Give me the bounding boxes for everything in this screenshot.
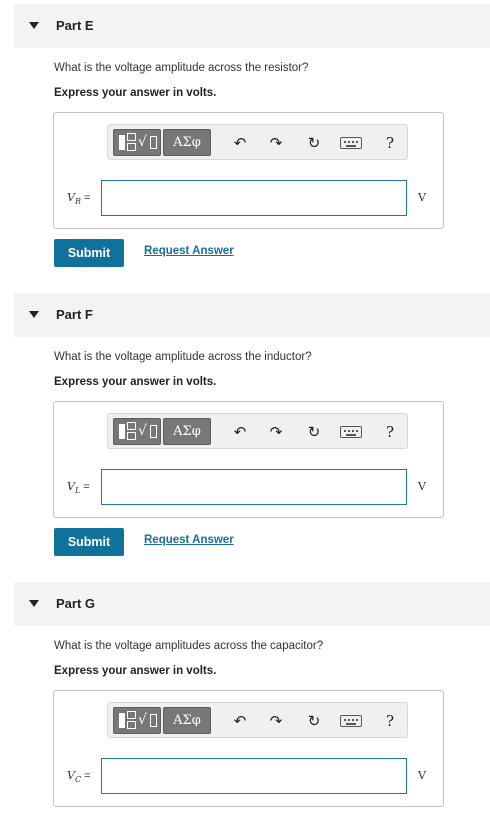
keyboard-icon[interactable]: [340, 137, 362, 149]
redo-icon[interactable]: ↷: [266, 422, 286, 442]
part-title: Part G: [56, 596, 96, 611]
fraction-icon: [127, 422, 136, 430]
sqrt-icon: √: [138, 423, 147, 439]
template-box-icon: [119, 135, 125, 150]
unit-label: V: [418, 191, 426, 204]
variable-label: VC =: [67, 769, 91, 785]
help-icon[interactable]: ?: [380, 711, 400, 731]
instruction-text: Express your answer in volts.: [54, 87, 217, 99]
caret-down-icon[interactable]: [29, 600, 39, 607]
reset-icon[interactable]: ↻: [304, 422, 324, 442]
unit-label: V: [418, 769, 426, 782]
question-text: What is the voltage amplitude across the…: [54, 62, 309, 74]
templates-button[interactable]: √: [113, 418, 161, 445]
sqrt-icon: √: [138, 134, 147, 150]
answer-input[interactable]: [101, 758, 407, 794]
fraction-icon: [127, 143, 136, 151]
template-box-icon: [150, 425, 157, 438]
part-title: Part E: [56, 18, 94, 33]
variable-label: VL =: [67, 480, 90, 496]
fraction-icon: [127, 432, 136, 440]
math-toolbar: √ ΑΣφ ↶ ↷ ↻ ?: [107, 413, 408, 449]
greek-symbols-button[interactable]: ΑΣφ: [163, 418, 211, 445]
templates-button[interactable]: √: [113, 707, 161, 734]
question-text: What is the voltage amplitudes across th…: [54, 640, 324, 652]
template-box-icon: [119, 424, 125, 439]
part-f-header[interactable]: Part F: [14, 293, 490, 337]
undo-icon[interactable]: ↶: [230, 422, 250, 442]
request-answer-link[interactable]: Request Answer: [144, 534, 234, 546]
instruction-text: Express your answer in volts.: [54, 376, 217, 388]
greek-symbols-button[interactable]: ΑΣφ: [163, 707, 211, 734]
math-toolbar: √ ΑΣφ ↶ ↷ ↻ ?: [107, 702, 408, 738]
answer-box: √ ΑΣφ ↶ ↷ ↻ ? VC = V: [53, 690, 444, 807]
templates-button[interactable]: √: [113, 129, 161, 156]
sqrt-icon: √: [138, 712, 147, 728]
undo-icon[interactable]: ↶: [230, 133, 250, 153]
question-text: What is the voltage amplitude across the…: [54, 351, 312, 363]
request-answer-link[interactable]: Request Answer: [144, 245, 234, 257]
unit-label: V: [418, 480, 426, 493]
keyboard-icon[interactable]: [340, 715, 362, 727]
reset-icon[interactable]: ↻: [304, 711, 324, 731]
greek-symbols-button[interactable]: ΑΣφ: [163, 129, 211, 156]
template-box-icon: [150, 714, 157, 727]
part-title: Part F: [56, 307, 93, 322]
submit-button[interactable]: Submit: [54, 239, 124, 267]
variable-label: VR =: [67, 191, 91, 207]
answer-box: √ ΑΣφ ↶ ↷ ↻ ? VR = V: [53, 112, 444, 229]
answer-input[interactable]: [101, 469, 407, 505]
part-g-header[interactable]: Part G: [14, 582, 490, 626]
math-toolbar: √ ΑΣφ ↶ ↷ ↻ ?: [107, 124, 408, 160]
answer-input[interactable]: [101, 180, 407, 216]
fraction-icon: [127, 721, 136, 729]
redo-icon[interactable]: ↷: [266, 711, 286, 731]
caret-down-icon[interactable]: [29, 311, 39, 318]
part-e-header[interactable]: Part E: [14, 4, 490, 48]
help-icon[interactable]: ?: [380, 422, 400, 442]
submit-button[interactable]: Submit: [54, 528, 124, 556]
caret-down-icon[interactable]: [29, 22, 39, 29]
keyboard-icon[interactable]: [340, 426, 362, 438]
instruction-text: Express your answer in volts.: [54, 665, 217, 677]
reset-icon[interactable]: ↻: [304, 133, 324, 153]
answer-box: √ ΑΣφ ↶ ↷ ↻ ? VL = V: [53, 401, 444, 518]
template-box-icon: [119, 713, 125, 728]
fraction-icon: [127, 133, 136, 141]
fraction-icon: [127, 711, 136, 719]
undo-icon[interactable]: ↶: [230, 711, 250, 731]
redo-icon[interactable]: ↷: [266, 133, 286, 153]
template-box-icon: [150, 136, 157, 149]
help-icon[interactable]: ?: [380, 133, 400, 153]
